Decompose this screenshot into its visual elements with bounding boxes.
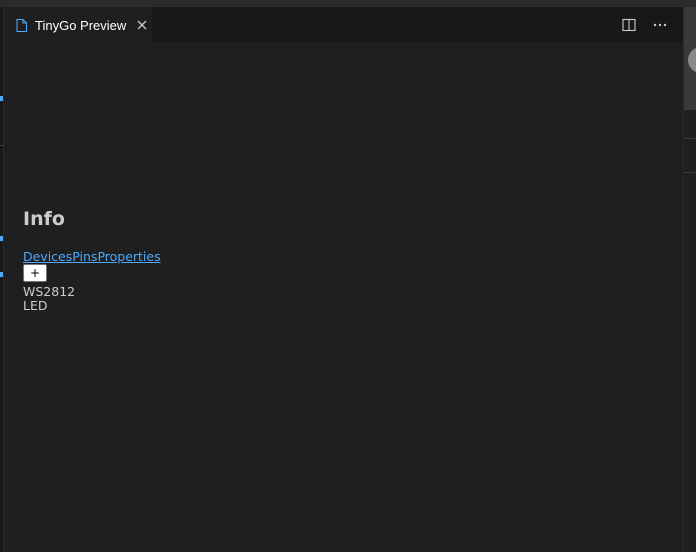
left-edge-marker	[0, 236, 3, 241]
more-actions-icon[interactable]	[649, 14, 671, 36]
right-panel-divider	[684, 138, 696, 139]
properties-link[interactable]: Properties	[97, 249, 160, 264]
file-icon	[14, 18, 28, 32]
circle-icon	[688, 47, 696, 73]
close-icon[interactable]	[134, 17, 150, 33]
right-panel-header	[684, 7, 696, 110]
section-links: DevicesPinsProperties	[23, 249, 161, 264]
right-panel-divider	[684, 172, 696, 173]
info-heading: Info	[23, 208, 65, 230]
split-editor-icon[interactable]	[618, 14, 640, 36]
editor-group: TinyGo Preview Info DevicesPinsPropertie…	[4, 7, 683, 552]
add-device-button[interactable]: +	[23, 264, 47, 282]
vscode-window: TinyGo Preview Info DevicesPinsPropertie…	[0, 0, 696, 552]
tab-bar: TinyGo Preview	[4, 7, 683, 42]
devices-link[interactable]: Devices	[23, 249, 72, 264]
title-strip	[0, 0, 696, 7]
pins-link[interactable]: Pins	[72, 249, 97, 264]
right-panel-edge	[683, 7, 696, 552]
left-edge-marker	[0, 272, 3, 277]
device-name: WS2812	[23, 284, 76, 299]
device-type: LED	[23, 298, 48, 313]
tab-label: TinyGo Preview	[35, 17, 127, 33]
left-edge-marker	[0, 96, 3, 101]
editor-actions	[609, 7, 671, 42]
tab-tinygo-preview[interactable]: TinyGo Preview	[4, 7, 152, 42]
